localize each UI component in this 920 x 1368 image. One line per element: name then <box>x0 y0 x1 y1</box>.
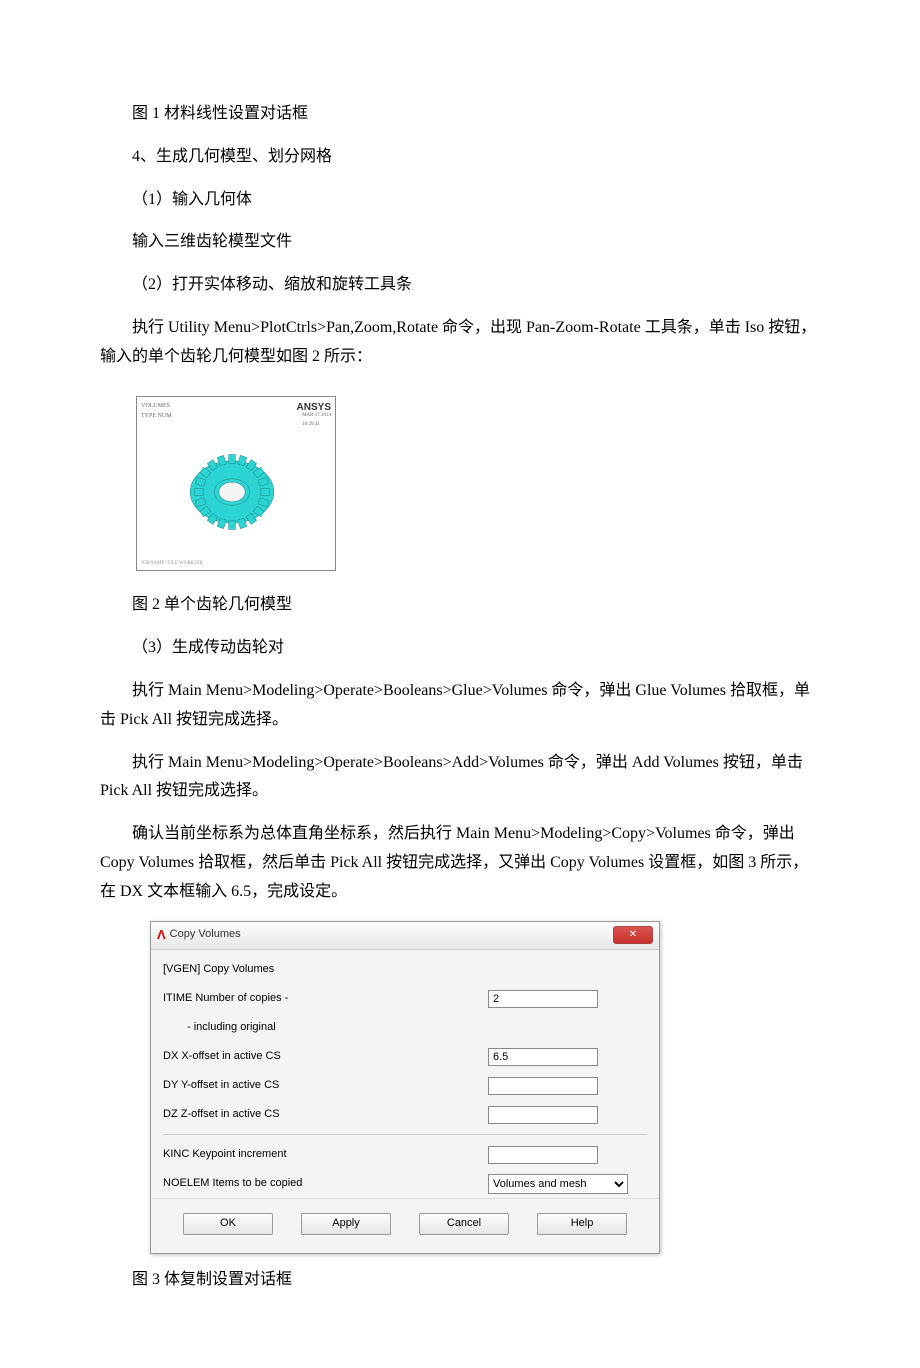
close-button[interactable]: ✕ <box>613 926 653 944</box>
close-icon: ✕ <box>629 926 637 944</box>
dy-input[interactable] <box>488 1077 598 1095</box>
dx-label: DX X-offset in active CS <box>163 1047 488 1067</box>
fig2-date2: 10:29:41 <box>302 422 320 427</box>
dialog-titlebar[interactable]: Λ Copy Volumes ✕ <box>151 922 659 950</box>
dialog-title-text: Copy Volumes <box>170 925 241 945</box>
kinc-label: KINC Keypoint increment <box>163 1145 488 1165</box>
substep-2: （2）打开实体移动、缩放和旋转工具条 <box>100 271 820 300</box>
gear-icon <box>177 437 287 547</box>
substep-3: （3）生成传动齿轮对 <box>100 634 820 663</box>
including-original-label: - including original <box>163 1018 488 1038</box>
apply-button[interactable]: Apply <box>301 1213 391 1235</box>
dx-input[interactable] <box>488 1048 598 1066</box>
fig2-bottom-text: JOBNAME=FILE WORKDIR <box>141 559 203 568</box>
cancel-button[interactable]: Cancel <box>419 1213 509 1235</box>
noelem-select[interactable]: Volumes and mesh <box>488 1174 628 1194</box>
ansys-date: MAR 17 2014 10:29:41 <box>302 411 331 429</box>
fig2-topleft: VOLUMES TYPE NUM <box>141 401 172 423</box>
dz-input[interactable] <box>488 1106 598 1124</box>
substep-1: （1）输入几何体 <box>100 186 820 215</box>
dy-label: DY Y-offset in active CS <box>163 1076 488 1096</box>
substep-1-body: 输入三维齿轮模型文件 <box>100 228 820 257</box>
dz-label: DZ Z-offset in active CS <box>163 1105 488 1125</box>
kinc-input[interactable] <box>488 1146 598 1164</box>
step4-heading: 4、生成几何模型、划分网格 <box>100 143 820 172</box>
fig2-type-label: TYPE NUM <box>141 413 172 419</box>
substep-3-p1: 执行 Main Menu>Modeling>Operate>Booleans>G… <box>100 677 820 735</box>
substep-3-p2: 执行 Main Menu>Modeling>Operate>Booleans>A… <box>100 749 820 807</box>
substep-2-body: 执行 Utility Menu>PlotCtrls>Pan,Zoom,Rotat… <box>100 314 820 372</box>
fig2-volumes-label: VOLUMES <box>141 403 170 409</box>
itime-label: ITIME Number of copies - <box>163 989 488 1009</box>
vgen-header-label: [VGEN] Copy Volumes <box>163 960 488 980</box>
ansys-logo-icon: Λ <box>157 923 166 946</box>
noelem-label: NOELEM Items to be copied <box>163 1174 488 1194</box>
fig3-caption: 图 3 体复制设置对话框 <box>100 1266 820 1295</box>
fig2-caption: 图 2 单个齿轮几何模型 <box>100 591 820 620</box>
itime-input[interactable] <box>488 990 598 1008</box>
ok-button[interactable]: OK <box>183 1213 273 1235</box>
fig2-date1: MAR 17 2014 <box>302 413 331 418</box>
help-button[interactable]: Help <box>537 1213 627 1235</box>
figure-2-image: VOLUMES TYPE NUM ANSYS MAR 17 2014 10:29… <box>136 396 336 571</box>
copy-volumes-dialog: Λ Copy Volumes ✕ [VGEN] Copy Volumes ITI… <box>150 921 660 1254</box>
substep-3-p3: 确认当前坐标系为总体直角坐标系，然后执行 Main Menu>Modeling>… <box>100 820 820 906</box>
fig1-caption: 图 1 材料线性设置对话框 <box>100 100 820 129</box>
